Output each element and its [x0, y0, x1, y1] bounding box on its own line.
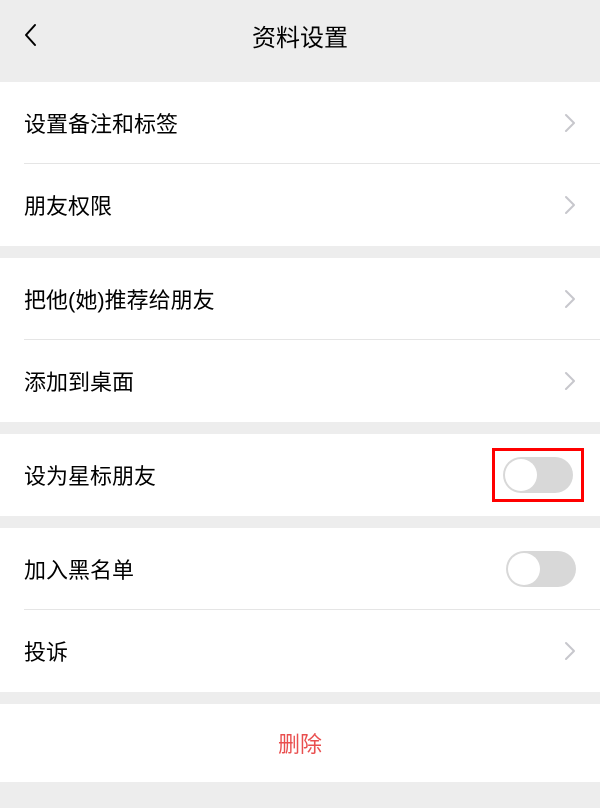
toggle-star-friend[interactable] [503, 457, 573, 493]
section-basic: 设置备注和标签 朋友权限 [0, 82, 600, 246]
row-label: 加入黑名单 [24, 553, 134, 585]
row-set-remarks[interactable]: 设置备注和标签 [0, 82, 600, 164]
row-recommend-friend[interactable]: 把他(她)推荐给朋友 [0, 258, 600, 340]
row-friend-permissions[interactable]: 朋友权限 [0, 164, 600, 246]
chevron-right-icon [564, 371, 576, 391]
row-label: 设置备注和标签 [24, 107, 178, 139]
back-icon [23, 23, 37, 47]
delete-label: 删除 [278, 727, 322, 759]
chevron-right-icon [564, 113, 576, 133]
section-block: 加入黑名单 投诉 [0, 528, 600, 692]
row-label: 把他(她)推荐给朋友 [24, 283, 215, 315]
row-label: 设为星标朋友 [24, 459, 156, 491]
chevron-right-icon [564, 289, 576, 309]
page-title: 资料设置 [252, 18, 348, 53]
highlight-annotation [492, 448, 584, 502]
row-star-friend: 设为星标朋友 [0, 434, 600, 516]
chevron-right-icon [564, 641, 576, 661]
back-button[interactable] [15, 20, 45, 50]
toggle-blacklist[interactable] [506, 551, 576, 587]
row-add-desktop[interactable]: 添加到桌面 [0, 340, 600, 422]
row-report[interactable]: 投诉 [0, 610, 600, 692]
row-blacklist: 加入黑名单 [0, 528, 600, 610]
chevron-right-icon [564, 195, 576, 215]
delete-button[interactable]: 删除 [0, 704, 600, 782]
header: 资料设置 [0, 0, 600, 70]
section-recommend: 把他(她)推荐给朋友 添加到桌面 [0, 258, 600, 422]
row-label: 添加到桌面 [24, 365, 134, 397]
row-label: 朋友权限 [24, 189, 112, 221]
section-star: 设为星标朋友 [0, 434, 600, 516]
row-label: 投诉 [24, 635, 68, 667]
